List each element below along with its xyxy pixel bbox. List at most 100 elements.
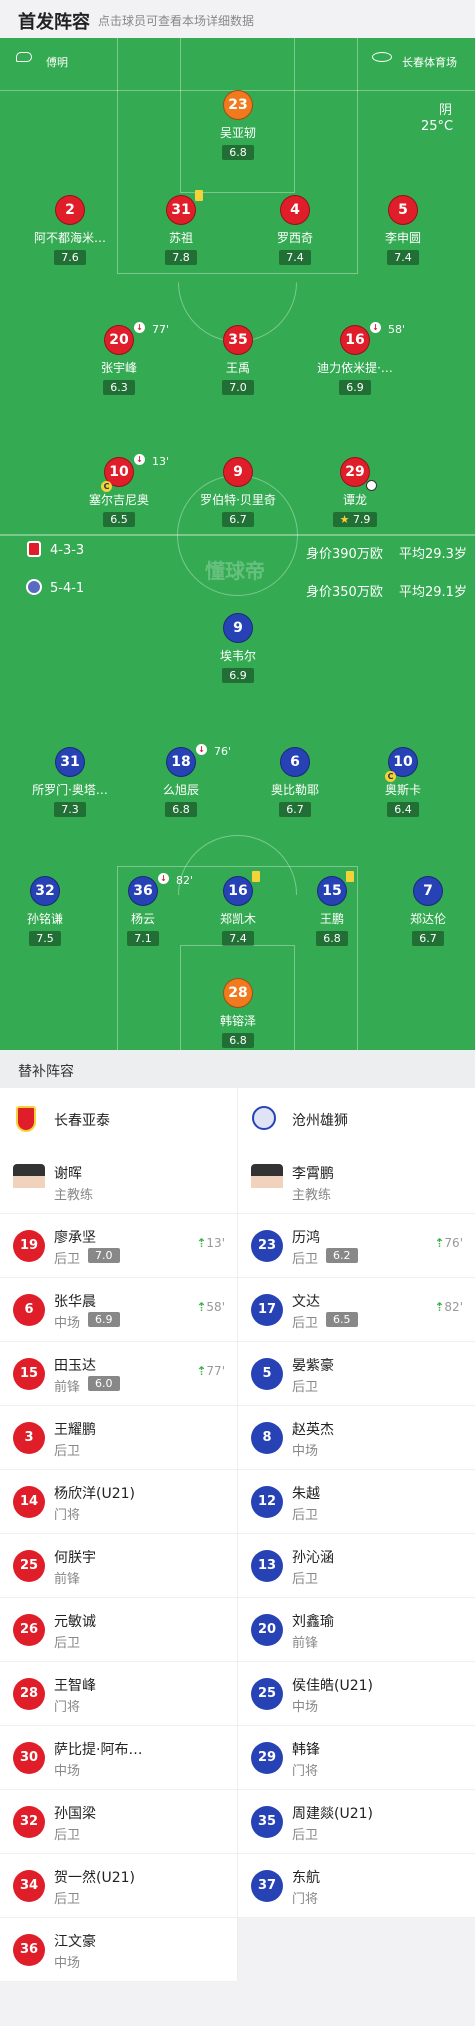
player-rating: 6.8 <box>222 145 254 160</box>
player-rating: 7.6 <box>54 250 86 265</box>
player-home-fw2[interactable]: 9 罗伯特·贝里奇 6.7 <box>183 457 293 527</box>
player-home-cb2[interactable]: 4 罗西奇 7.4 <box>240 195 350 265</box>
away-team-name[interactable]: 沧州雄狮 <box>292 1110 348 1130</box>
player-rating: 7.0 <box>222 380 254 395</box>
sub-player-row[interactable]: 25 侯佳皓(U21) 中场 <box>238 1662 475 1726</box>
player-name: 所罗门·奥塔… <box>32 783 108 797</box>
player-home-gk[interactable]: 23 吴亚轫 6.8 <box>183 90 293 160</box>
sub-position: 后卫 <box>54 1828 81 1843</box>
sub-number: 30 <box>13 1742 45 1774</box>
sub-player-row[interactable]: 12 朱越 后卫 <box>238 1470 475 1534</box>
sub-player-row[interactable]: 8 赵英杰 中场 <box>238 1406 475 1470</box>
player-name: 王禹 <box>225 361 250 375</box>
player-away-gk[interactable]: 28 韩镕泽 6.8 <box>183 978 293 1048</box>
away-team-badge-icon <box>26 579 42 595</box>
player-number: 31 <box>55 747 85 777</box>
player-away-fw[interactable]: 9 埃韦尔 6.9 <box>183 613 293 683</box>
sub-player-row[interactable]: 3 王耀鹏 后卫 <box>0 1406 237 1470</box>
player-name: 王鹏 <box>319 912 344 926</box>
sub-player-row[interactable]: 29 韩锋 门将 <box>238 1726 475 1790</box>
sub-number: 32 <box>13 1806 45 1838</box>
sub-number: 17 <box>251 1294 283 1326</box>
sub-player-row[interactable]: 34 贺一然(U21) 后卫 <box>0 1854 237 1918</box>
sub-position: 门将 <box>54 1508 81 1523</box>
sub-name: 贺一然(U21) <box>54 1870 135 1886</box>
player-home-cm3[interactable]: 16 ↓ 58' 迪力依米提·… 6.9 <box>300 322 410 395</box>
sub-player-row[interactable]: 36 江文豪 中场 <box>0 1918 237 1982</box>
sub-player-row[interactable]: 14 杨欣洋(U21) 门将 <box>0 1470 237 1534</box>
sub-player-row[interactable]: 5 晏紫豪 后卫 <box>238 1342 475 1406</box>
player-home-cb1[interactable]: 31 苏祖 7.8 <box>126 190 236 265</box>
yellow-card-icon <box>195 190 203 201</box>
player-number-text: 10 <box>109 464 129 480</box>
player-home-lb[interactable]: 2 阿不都海米… 7.6 <box>15 195 125 265</box>
player-number: 32 <box>30 876 60 906</box>
sub-position: 中场 <box>54 1764 81 1779</box>
sub-number: 28 <box>13 1678 45 1710</box>
player-rating: 6.5 <box>103 512 135 527</box>
sub-player-row[interactable]: 23 历鸿 后卫 6.2 ⇡76' <box>238 1214 475 1278</box>
sub-name: 晏紫豪 <box>292 1358 334 1374</box>
sub-player-row[interactable]: 35 周建燚(U21) 后卫 <box>238 1790 475 1854</box>
player-away-rb[interactable]: 7 郑达伦 6.7 <box>373 876 475 946</box>
sub-name: 李霄鹏 <box>292 1166 334 1182</box>
sub-in-time: ⇡13' <box>196 1236 225 1250</box>
sub-out-icon: ↓ <box>370 322 381 333</box>
venue-name: 长春体育场 <box>402 56 457 69</box>
player-rating: 7.4 <box>279 250 311 265</box>
coach-row[interactable]: 谢晖 主教练 <box>0 1150 237 1214</box>
sub-name: 文达 <box>292 1294 320 1310</box>
home-team-badge-icon <box>27 541 41 557</box>
sub-position: 后卫 <box>54 1892 81 1907</box>
sub-player-row[interactable]: 28 王智峰 门将 <box>0 1662 237 1726</box>
player-away-cm1[interactable]: 18 ↓ 76' 么旭辰 6.8 <box>126 744 236 817</box>
player-number: 18 ↓ <box>166 744 207 777</box>
sub-player-row[interactable]: 19 廖承坚 后卫 7.0 ⇡13' <box>0 1214 237 1278</box>
player-home-cm1[interactable]: 20 ↓ 77' 张宇峰 6.3 <box>64 322 174 395</box>
sub-name: 刘鑫瑜 <box>292 1614 334 1630</box>
player-away-lm[interactable]: 31 所罗门·奥塔… 7.3 <box>15 747 125 817</box>
player-name: 阿不都海米… <box>33 231 106 245</box>
player-number: 28 <box>223 978 253 1008</box>
yellow-card-icon <box>346 871 354 882</box>
player-away-cb1[interactable]: 36 ↓ 82' 杨云 7.1 <box>88 873 198 946</box>
sub-player-row[interactable]: 15 田玉达 前锋 6.0 ⇡77' <box>0 1342 237 1406</box>
sub-player-row[interactable]: 26 元敏诚 后卫 <box>0 1598 237 1662</box>
sub-player-row[interactable]: 13 孙沁涵 后卫 <box>238 1534 475 1598</box>
player-rating: 7.8 <box>165 250 197 265</box>
player-home-cm2[interactable]: 35 王禹 7.0 <box>183 325 293 395</box>
player-away-rm[interactable]: 10 C 奥斯卡 6.4 <box>348 747 458 817</box>
player-away-cb3[interactable]: 15 王鹏 6.8 <box>277 871 387 946</box>
sub-player-row[interactable]: 32 孙国梁 后卫 <box>0 1790 237 1854</box>
sub-player-row[interactable]: 25 何朕宇 前锋 <box>0 1534 237 1598</box>
sub-time: 13' <box>152 455 170 468</box>
coach-row[interactable]: 李霄鹏 主教练 <box>238 1150 475 1214</box>
player-home-fw1[interactable]: 10 ↓ C 13' 塞尔吉尼奥 6.5 <box>64 454 174 527</box>
player-home-rb[interactable]: 5 李申圆 7.4 <box>348 195 458 265</box>
sub-player-row[interactable]: 6 张华晨 中场 6.9 ⇡58' <box>0 1278 237 1342</box>
sub-position: 主教练 <box>54 1188 94 1203</box>
sub-player-row[interactable]: 17 文达 后卫 6.5 ⇡82' <box>238 1278 475 1342</box>
sub-player-row[interactable]: 30 萨比提·阿布… 中场 <box>0 1726 237 1790</box>
sub-player-row[interactable]: 20 刘鑫瑜 前锋 <box>238 1598 475 1662</box>
player-home-fw3[interactable]: 29 谭龙 ★ 7.9 <box>300 457 410 527</box>
player-away-cm2[interactable]: 6 奥比勒耶 6.7 <box>240 747 350 817</box>
sub-name: 江文豪 <box>54 1934 96 1950</box>
sub-position: 后卫 <box>292 1508 319 1523</box>
sub-name: 王智峰 <box>54 1678 96 1694</box>
sub-in-time-text: 13' <box>206 1236 225 1250</box>
player-name: 罗伯特·贝里奇 <box>200 493 276 507</box>
player-number: 16 ↓ <box>340 322 381 355</box>
coach-avatar <box>251 1164 283 1198</box>
sub-position: 后卫 <box>292 1252 319 1267</box>
player-away-lb[interactable]: 32 孙铭谦 7.5 <box>0 876 100 946</box>
player-number: 16 <box>223 871 260 906</box>
sub-name: 朱越 <box>292 1486 320 1502</box>
player-number: 6 <box>280 747 310 777</box>
sub-name: 周建燚(U21) <box>292 1806 373 1822</box>
player-rating: 6.7 <box>412 931 444 946</box>
home-subs-list: 谢晖 主教练 19 廖承坚 后卫 7.0 ⇡13' 6 张华晨 中场 6.9 ⇡58' 15 田玉达 前锋 6… <box>0 1150 237 1982</box>
home-team-name[interactable]: 长春亚泰 <box>54 1110 110 1130</box>
player-number: 7 <box>413 876 443 906</box>
sub-player-row[interactable]: 37 东航 门将 <box>238 1854 475 1918</box>
